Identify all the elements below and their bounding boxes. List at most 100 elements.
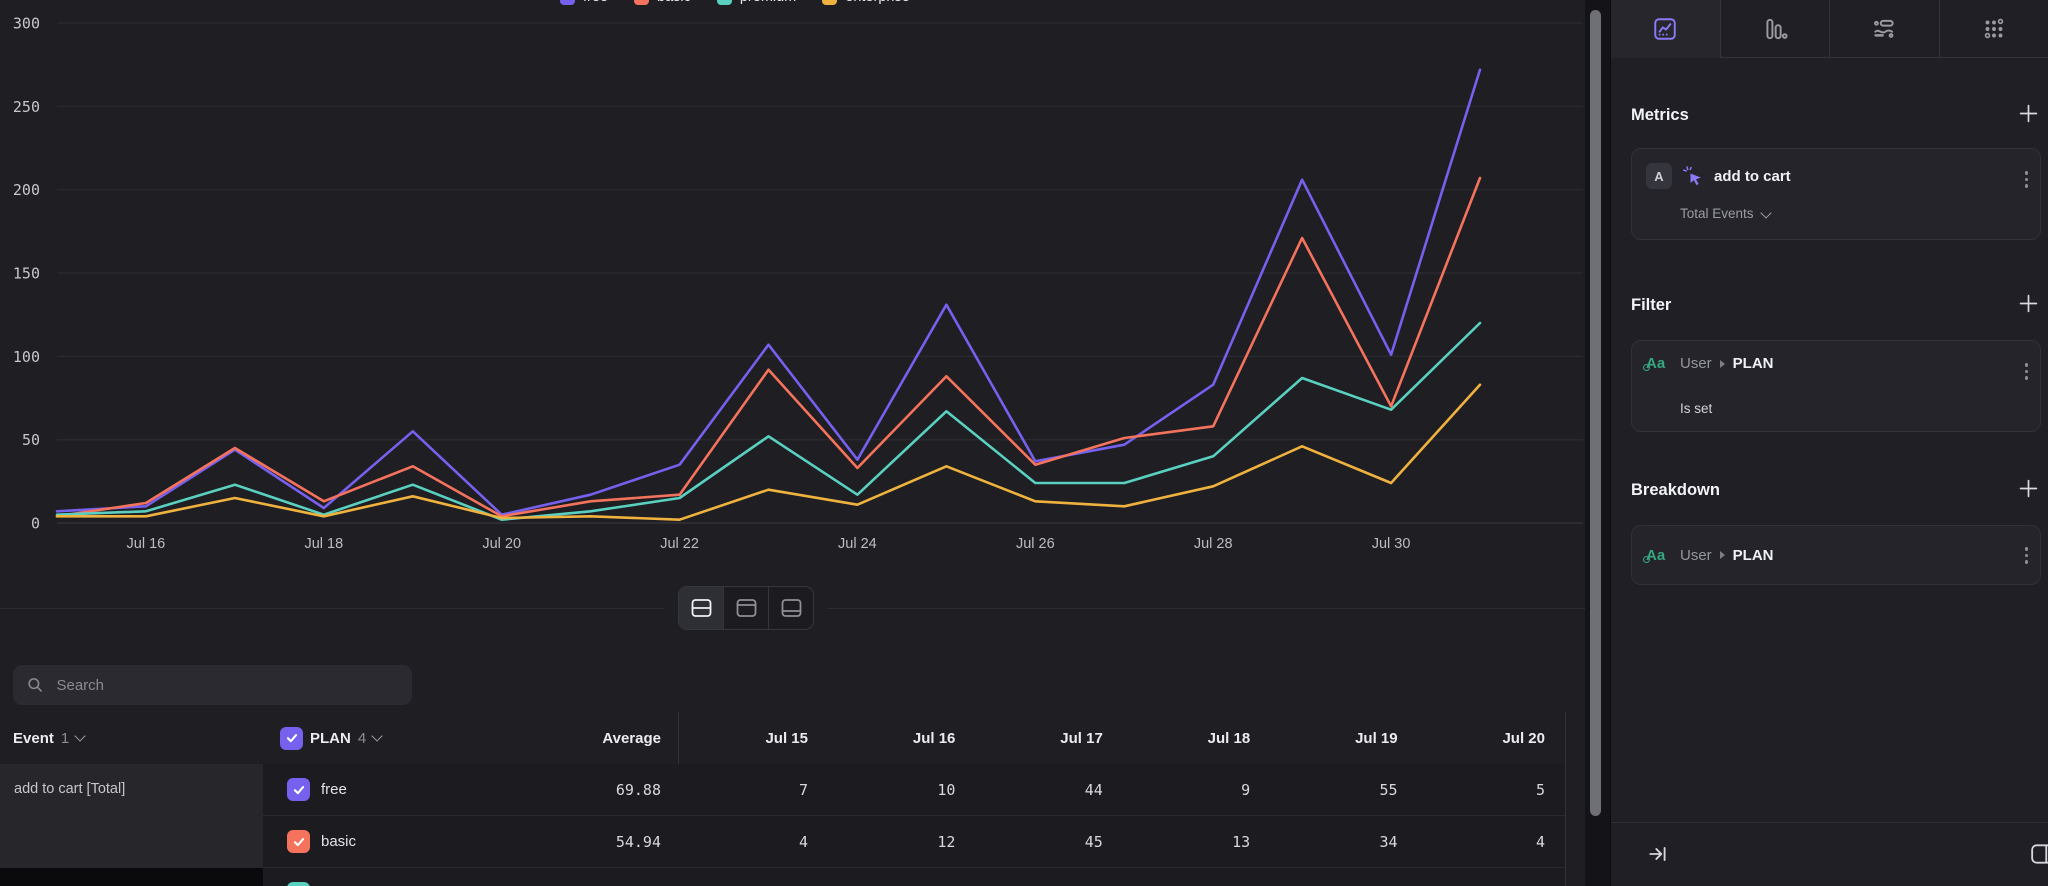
table-row-basic: basic54.944124513344 xyxy=(263,816,1565,868)
date-column-header: Jul 20 xyxy=(1405,712,1545,764)
metrics-section-title: Metrics xyxy=(1631,106,1689,125)
plan-header-label: PLAN xyxy=(310,730,351,747)
legend-label: basic xyxy=(657,0,691,5)
x-axis-label: Jul 18 xyxy=(304,536,343,552)
filter-card[interactable]: Aa User PLAN Is set xyxy=(1631,340,2041,432)
legend-color-chip xyxy=(634,0,649,5)
table-row-premium: premium33.0057235232 xyxy=(263,868,1565,886)
filter-scope: User xyxy=(1680,355,1712,372)
value-cell: 13 xyxy=(1110,816,1250,867)
date-column-header: Jul 17 xyxy=(963,712,1103,764)
event-header-label: Event xyxy=(13,730,54,747)
value-cell: 34 xyxy=(1258,816,1398,867)
breakdown-options-button[interactable] xyxy=(2025,547,2029,564)
bar-chart-icon xyxy=(1762,16,1788,42)
row-label: basic xyxy=(321,816,356,867)
legend-item[interactable]: enterprise xyxy=(822,0,909,5)
y-axis-label: 250 xyxy=(13,98,40,116)
y-axis-label: 200 xyxy=(13,181,40,199)
add-filter-button[interactable] xyxy=(2019,294,2038,318)
string-property-icon: Aa xyxy=(1646,547,1670,564)
table-row-free: free69.88710449555 xyxy=(263,764,1565,816)
plan-column-header[interactable]: PLAN 4 xyxy=(280,712,381,764)
chevron-down-icon xyxy=(1760,207,1771,218)
value-cell: 5 xyxy=(668,868,808,886)
search-input[interactable] xyxy=(54,676,398,695)
legend-label: premium xyxy=(740,0,796,5)
legend-label: enterprise xyxy=(845,0,909,5)
analytics-app: freebasicpremiumenterprise 0501001502002… xyxy=(0,0,2048,886)
sidebar-footer xyxy=(1611,822,2048,886)
plus-icon xyxy=(2019,294,2038,313)
chart-only-view-button[interactable] xyxy=(723,587,768,629)
breakdown-section-title: Breakdown xyxy=(1631,481,1720,500)
legend-color-chip xyxy=(560,0,575,5)
date-column-header: Jul 18 xyxy=(1110,712,1250,764)
metric-letter-badge: A xyxy=(1646,163,1672,189)
legend-item[interactable]: free xyxy=(560,0,608,5)
value-cell: 44 xyxy=(963,764,1103,815)
series-line-free[interactable] xyxy=(57,70,1480,515)
y-axis-label: 0 xyxy=(31,515,40,533)
value-cell: 9 xyxy=(1110,764,1250,815)
filter-options-button[interactable] xyxy=(2025,363,2029,380)
event-click-icon xyxy=(1682,165,1704,187)
plan-select-all-checkbox[interactable] xyxy=(280,727,303,750)
split-view-button[interactable] xyxy=(679,587,723,629)
x-axis-label: Jul 20 xyxy=(482,536,521,552)
search-icon xyxy=(27,676,43,694)
filter-property: PLAN xyxy=(1733,355,1774,372)
value-cell: 2 xyxy=(1405,868,1545,886)
tab-line-chart[interactable] xyxy=(1611,0,1720,58)
scrollbar-thumb[interactable] xyxy=(1590,10,1601,816)
line-chart: 050100150200250300Jul 16Jul 18Jul 20Jul … xyxy=(0,0,1585,560)
x-axis-label: Jul 16 xyxy=(127,536,166,552)
value-cell: 55 xyxy=(1258,764,1398,815)
value-cell: 7 xyxy=(668,764,808,815)
event-total-cell: add to cart [Total] xyxy=(0,764,263,868)
add-metric-button[interactable] xyxy=(2019,104,2038,128)
breakdown-scope: User xyxy=(1680,547,1712,564)
table-search xyxy=(13,665,412,705)
plus-icon xyxy=(2019,104,2038,123)
metric-card[interactable]: A add to cart Total Events xyxy=(1631,148,2041,240)
y-axis-label: 100 xyxy=(13,348,40,366)
string-property-icon: Aa xyxy=(1646,355,1670,372)
chart-legend: free basic premium enterprise xyxy=(560,0,910,5)
legend-item[interactable]: basic xyxy=(634,0,691,5)
sidebar-tabbar xyxy=(1611,0,2048,58)
legend-item[interactable]: premium xyxy=(717,0,796,5)
breakdown-card[interactable]: Aa User PLAN xyxy=(1631,525,2041,585)
row-checkbox[interactable] xyxy=(287,830,310,853)
breadcrumb-arrow-icon xyxy=(1720,551,1725,559)
panel-layout-button[interactable] xyxy=(2030,841,2048,872)
metric-options-button[interactable] xyxy=(2025,171,2029,188)
collapse-sidebar-button[interactable] xyxy=(1647,843,1669,870)
event-column-header[interactable]: Event 1 xyxy=(13,712,84,764)
x-axis-label: Jul 26 xyxy=(1016,536,1055,552)
row-checkbox[interactable] xyxy=(287,882,310,886)
row-checkbox[interactable] xyxy=(287,778,310,801)
tab-stream-chart[interactable] xyxy=(1829,0,1939,58)
table-header-row: Event 1 PLAN 4 Average Jul 15Jul 16Jul 1… xyxy=(0,712,1565,765)
tab-more-chart-types[interactable] xyxy=(1939,0,2048,58)
value-cell: 4 xyxy=(1405,816,1545,867)
filter-section-title: Filter xyxy=(1631,296,1671,315)
chevron-down-icon xyxy=(372,730,383,741)
date-column-header: Jul 16 xyxy=(815,712,955,764)
config-sidebar: Metrics A add to cart Total Events Filte… xyxy=(1610,0,2048,886)
series-line-basic[interactable] xyxy=(57,178,1480,516)
value-cell: 23 xyxy=(1258,868,1398,886)
side-panel-icon xyxy=(2030,841,2048,867)
legend-color-chip xyxy=(717,0,732,5)
table-only-view-button[interactable] xyxy=(768,587,813,629)
series-line-enterprise[interactable] xyxy=(57,385,1480,520)
value-cell: 7 xyxy=(815,868,955,886)
add-breakdown-button[interactable] xyxy=(2019,479,2038,503)
x-axis-label: Jul 28 xyxy=(1194,536,1233,552)
tab-bar-chart[interactable] xyxy=(1720,0,1830,58)
collapse-right-icon xyxy=(1647,843,1669,865)
value-cell: 4 xyxy=(668,816,808,867)
metric-measure-dropdown[interactable]: Total Events xyxy=(1680,206,1770,221)
value-cell: 23 xyxy=(963,868,1103,886)
